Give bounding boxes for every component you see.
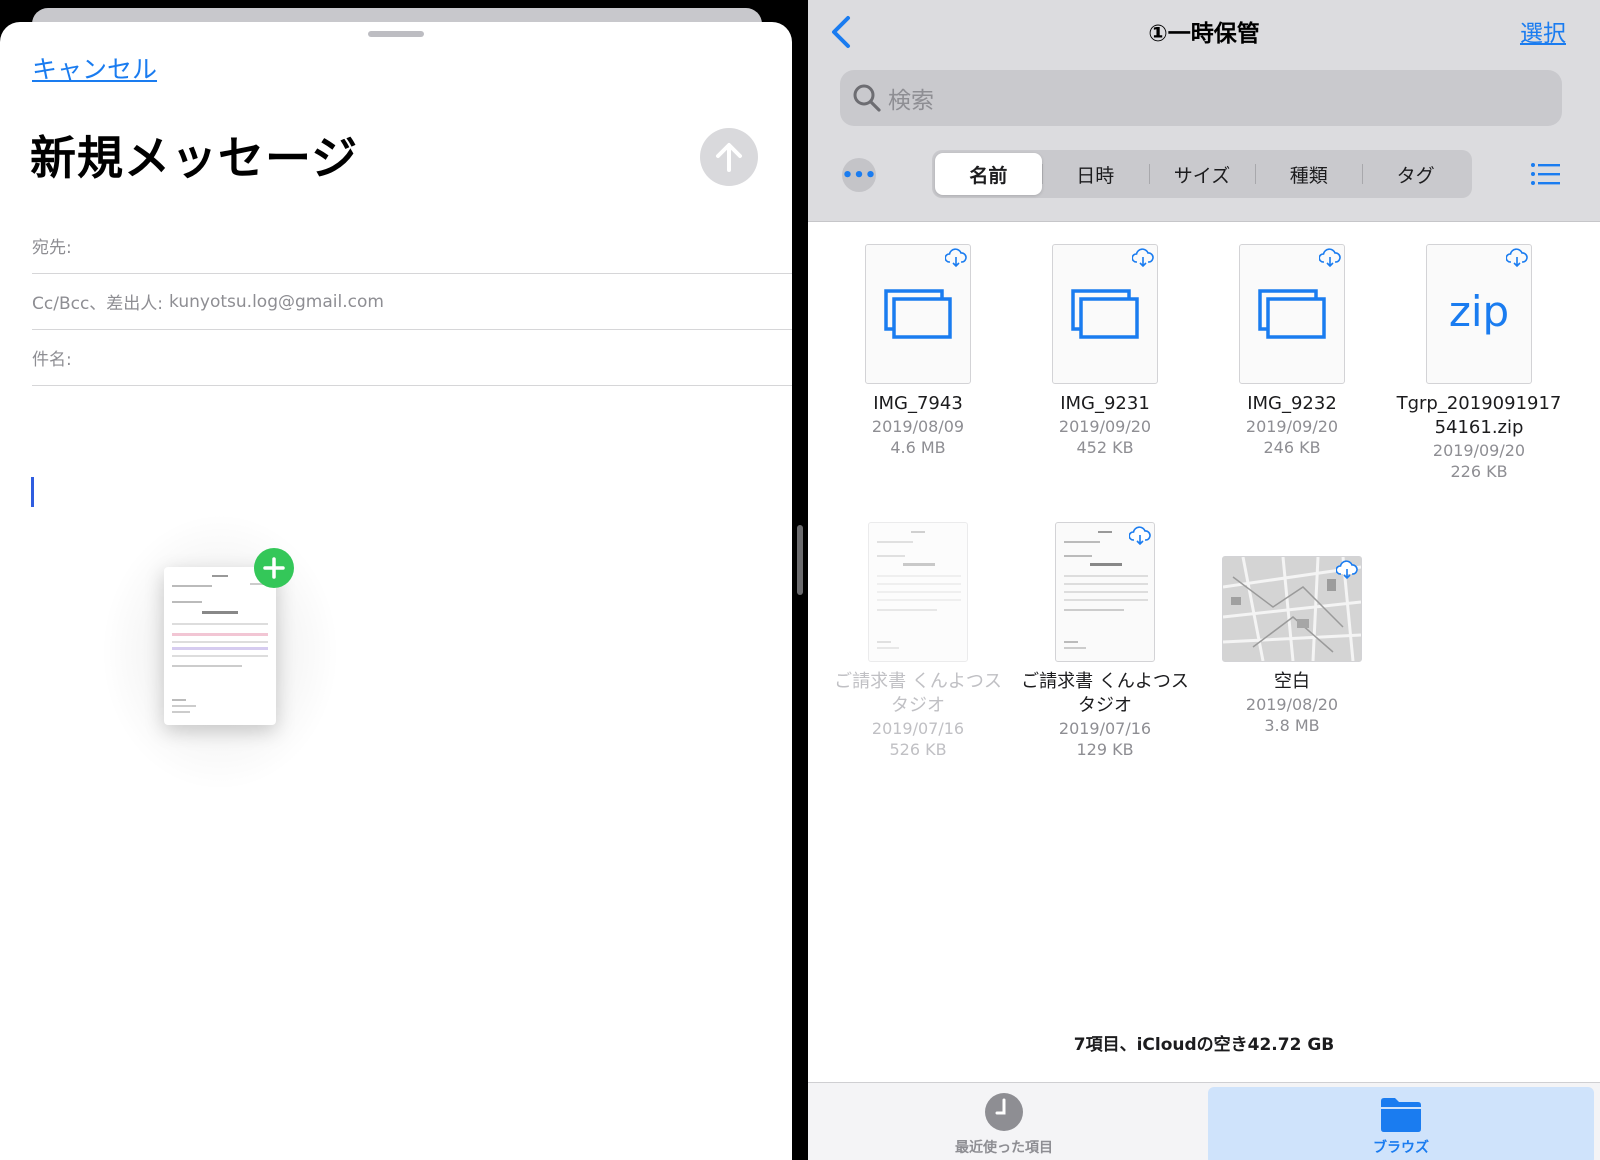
to-field[interactable]: 宛先: — [32, 218, 792, 274]
folder-icon — [1381, 1098, 1421, 1132]
sort-tab-name[interactable]: 名前 — [935, 153, 1042, 195]
sort-segmented-control: 名前 日時 サイズ 種類 タグ — [932, 150, 1472, 198]
sort-tab-kind[interactable]: 種類 — [1255, 153, 1362, 195]
sort-tab-date[interactable]: 日時 — [1041, 153, 1149, 195]
file-name-line1: ご請求書 くんよつス — [1021, 671, 1189, 692]
more-options-button[interactable]: ••• — [842, 158, 876, 192]
file-size: 4.6 MB — [890, 438, 946, 457]
split-divider-handle[interactable] — [797, 525, 803, 595]
subject-field[interactable]: 件名: — [32, 330, 792, 386]
mail-compose-sheet: キャンセル 新規メッセージ 宛先: Cc/Bcc、差出人: kunyotsu.l… — [0, 22, 792, 1160]
text-cursor — [31, 477, 34, 507]
files-header: ①一時保管 選択 検索 ••• 名前 日時 サイズ 種類 タグ — [808, 0, 1600, 222]
image-stack-icon — [1071, 289, 1139, 339]
files-tab-bar: 最近使った項目 ブラウズ — [808, 1082, 1600, 1160]
plus-icon — [263, 557, 285, 579]
file-name-line1: ご請求書 くんよつス — [834, 671, 1002, 692]
file-name-line2: タジオ — [1078, 695, 1132, 716]
search-field[interactable]: 検索 — [840, 70, 1562, 126]
file-date: 2019/09/20 — [1058, 417, 1152, 436]
clock-icon — [985, 1093, 1023, 1131]
sort-tab-size[interactable]: サイズ — [1148, 153, 1256, 195]
tab-browse-label: ブラウズ — [1373, 1140, 1429, 1156]
file-thumbnail — [868, 522, 968, 662]
file-item-invoice-dragging[interactable]: ご請求書 くんよつス タジオ 2019/07/16 526 KB — [824, 522, 1012, 760]
file-date: 2019/08/09 — [871, 417, 965, 436]
cloud-download-icon — [1336, 560, 1358, 580]
file-thumbnail — [1222, 556, 1362, 662]
file-item-map[interactable]: 空白 2019/08/20 3.8 MB — [1198, 556, 1386, 736]
file-size: 526 KB — [889, 740, 947, 759]
file-name-line2: タジオ — [891, 695, 945, 716]
list-view-button[interactable] — [1530, 162, 1560, 186]
storage-summary: 7項目、iCloudの空き42.72 GB — [1073, 1035, 1335, 1055]
file-item-img-7943[interactable]: IMG_7943 2019/08/09 4.6 MB — [824, 244, 1012, 458]
split-view-screen: キャンセル 新規メッセージ 宛先: Cc/Bcc、差出人: kunyotsu.l… — [0, 0, 1600, 1160]
file-date: 2019/08/20 — [1245, 695, 1339, 714]
subject-label: 件名: — [32, 350, 72, 370]
file-size: 129 KB — [1076, 740, 1134, 759]
sheet-grabber[interactable] — [368, 31, 424, 37]
image-stack-icon — [1258, 289, 1326, 339]
file-name: IMG_9232 — [1247, 393, 1337, 414]
file-name: 空白 — [1274, 671, 1310, 692]
file-date: 2019/07/16 — [1058, 719, 1152, 738]
ellipsis-icon: ••• — [841, 164, 877, 186]
add-badge — [254, 548, 294, 588]
cc-bcc-label: Cc/Bcc、差出人: — [32, 294, 164, 314]
cloud-download-icon — [1506, 248, 1528, 268]
invoice-thumbnail-icon — [877, 531, 961, 649]
cc-bcc-field[interactable]: Cc/Bcc、差出人: kunyotsu.log@gmail.com — [32, 274, 792, 330]
search-placeholder: 検索 — [888, 88, 934, 114]
files-app: ①一時保管 選択 検索 ••• 名前 日時 サイズ 種類 タグ IMG_7943… — [808, 0, 1600, 1160]
cancel-button[interactable]: キャンセル — [32, 50, 157, 86]
file-item-img-9232[interactable]: IMG_9232 2019/09/20 246 KB — [1198, 244, 1386, 458]
arrow-up-icon — [716, 143, 742, 172]
send-button[interactable] — [700, 128, 758, 186]
file-size: 452 KB — [1076, 438, 1134, 457]
file-size: 226 KB — [1450, 462, 1508, 481]
invoice-thumbnail-icon — [172, 575, 268, 713]
cloud-download-icon — [1129, 526, 1151, 546]
file-name-line1: Tgrp_2019091917 — [1396, 393, 1562, 414]
file-date: 2019/07/16 — [871, 719, 965, 738]
file-thumbnail — [865, 244, 971, 384]
dragged-document-preview[interactable] — [164, 567, 276, 725]
tab-browse[interactable]: ブラウズ — [1208, 1087, 1594, 1160]
zip-icon: zip — [1448, 287, 1510, 336]
tab-recents-label: 最近使った項目 — [955, 1140, 1053, 1156]
file-size: 3.8 MB — [1264, 716, 1320, 735]
file-thumbnail: zip — [1426, 244, 1532, 384]
sender-email: kunyotsu.log@gmail.com — [169, 291, 384, 312]
sort-tab-tags[interactable]: タグ — [1362, 153, 1469, 195]
image-stack-icon — [884, 289, 952, 339]
file-thumbnail — [1239, 244, 1345, 384]
file-date: 2019/09/20 — [1245, 417, 1339, 436]
file-thumbnail — [1055, 522, 1155, 662]
file-item-invoice[interactable]: ご請求書 くんよつス タジオ 2019/07/16 129 KB — [1011, 522, 1199, 760]
to-label: 宛先: — [32, 238, 72, 258]
tab-recents[interactable]: 最近使った項目 — [808, 1083, 1200, 1160]
compose-title: 新規メッセージ — [30, 131, 359, 185]
file-size: 246 KB — [1263, 438, 1321, 457]
file-name-line2: 54161.zip — [1434, 417, 1524, 438]
file-name: IMG_9231 — [1060, 393, 1150, 414]
search-icon — [853, 84, 881, 112]
list-icon — [1531, 163, 1560, 185]
file-item-zip[interactable]: zip Tgrp_2019091917 54161.zip 2019/09/20… — [1385, 244, 1573, 482]
select-button[interactable]: 選択 — [1520, 14, 1566, 48]
file-item-img-9231[interactable]: IMG_9231 2019/09/20 452 KB — [1011, 244, 1199, 458]
file-thumbnail — [1052, 244, 1158, 384]
folder-title: ①一時保管 — [1148, 21, 1260, 47]
file-name: IMG_7943 — [873, 393, 963, 414]
file-date: 2019/09/20 — [1432, 441, 1526, 460]
